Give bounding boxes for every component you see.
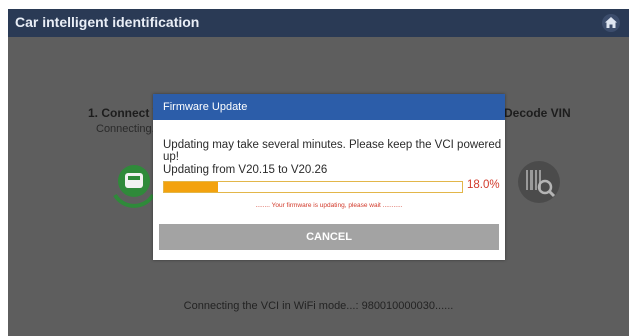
dialog-message: Updating may take several minutes. Pleas… [163, 139, 502, 163]
decode-vin-label: Decode VIN [504, 106, 571, 120]
version-info: Updating from V20.15 to V20.26 [163, 164, 328, 176]
title-bar: Car intelligent identification [8, 9, 629, 37]
app-title: Car intelligent identification [15, 14, 200, 30]
home-icon[interactable] [601, 13, 621, 33]
app-screen: Car intelligent identification 1. Connec… [8, 9, 629, 336]
barcode-scan-icon [518, 161, 560, 203]
progress-percent: 18.0% [467, 179, 500, 191]
firmware-update-dialog: Firmware Update Updating may take severa… [153, 94, 505, 260]
cancel-button[interactable]: CANCEL [159, 224, 499, 250]
connection-status: Connecting the VCI in WiFi mode...: 9800… [183, 300, 454, 312]
device-frame: Car intelligent identification 1. Connec… [0, 0, 638, 336]
progress-bar [163, 181, 463, 193]
connect-step-label: 1. Connect V [88, 106, 161, 120]
progress-fill [164, 182, 218, 192]
dialog-title: Firmware Update [163, 101, 248, 113]
connect-step-status: Connecting. [96, 123, 155, 135]
update-note: ........ Your firmware is updating, plea… [255, 202, 403, 209]
dialog-header: Firmware Update [153, 94, 505, 120]
